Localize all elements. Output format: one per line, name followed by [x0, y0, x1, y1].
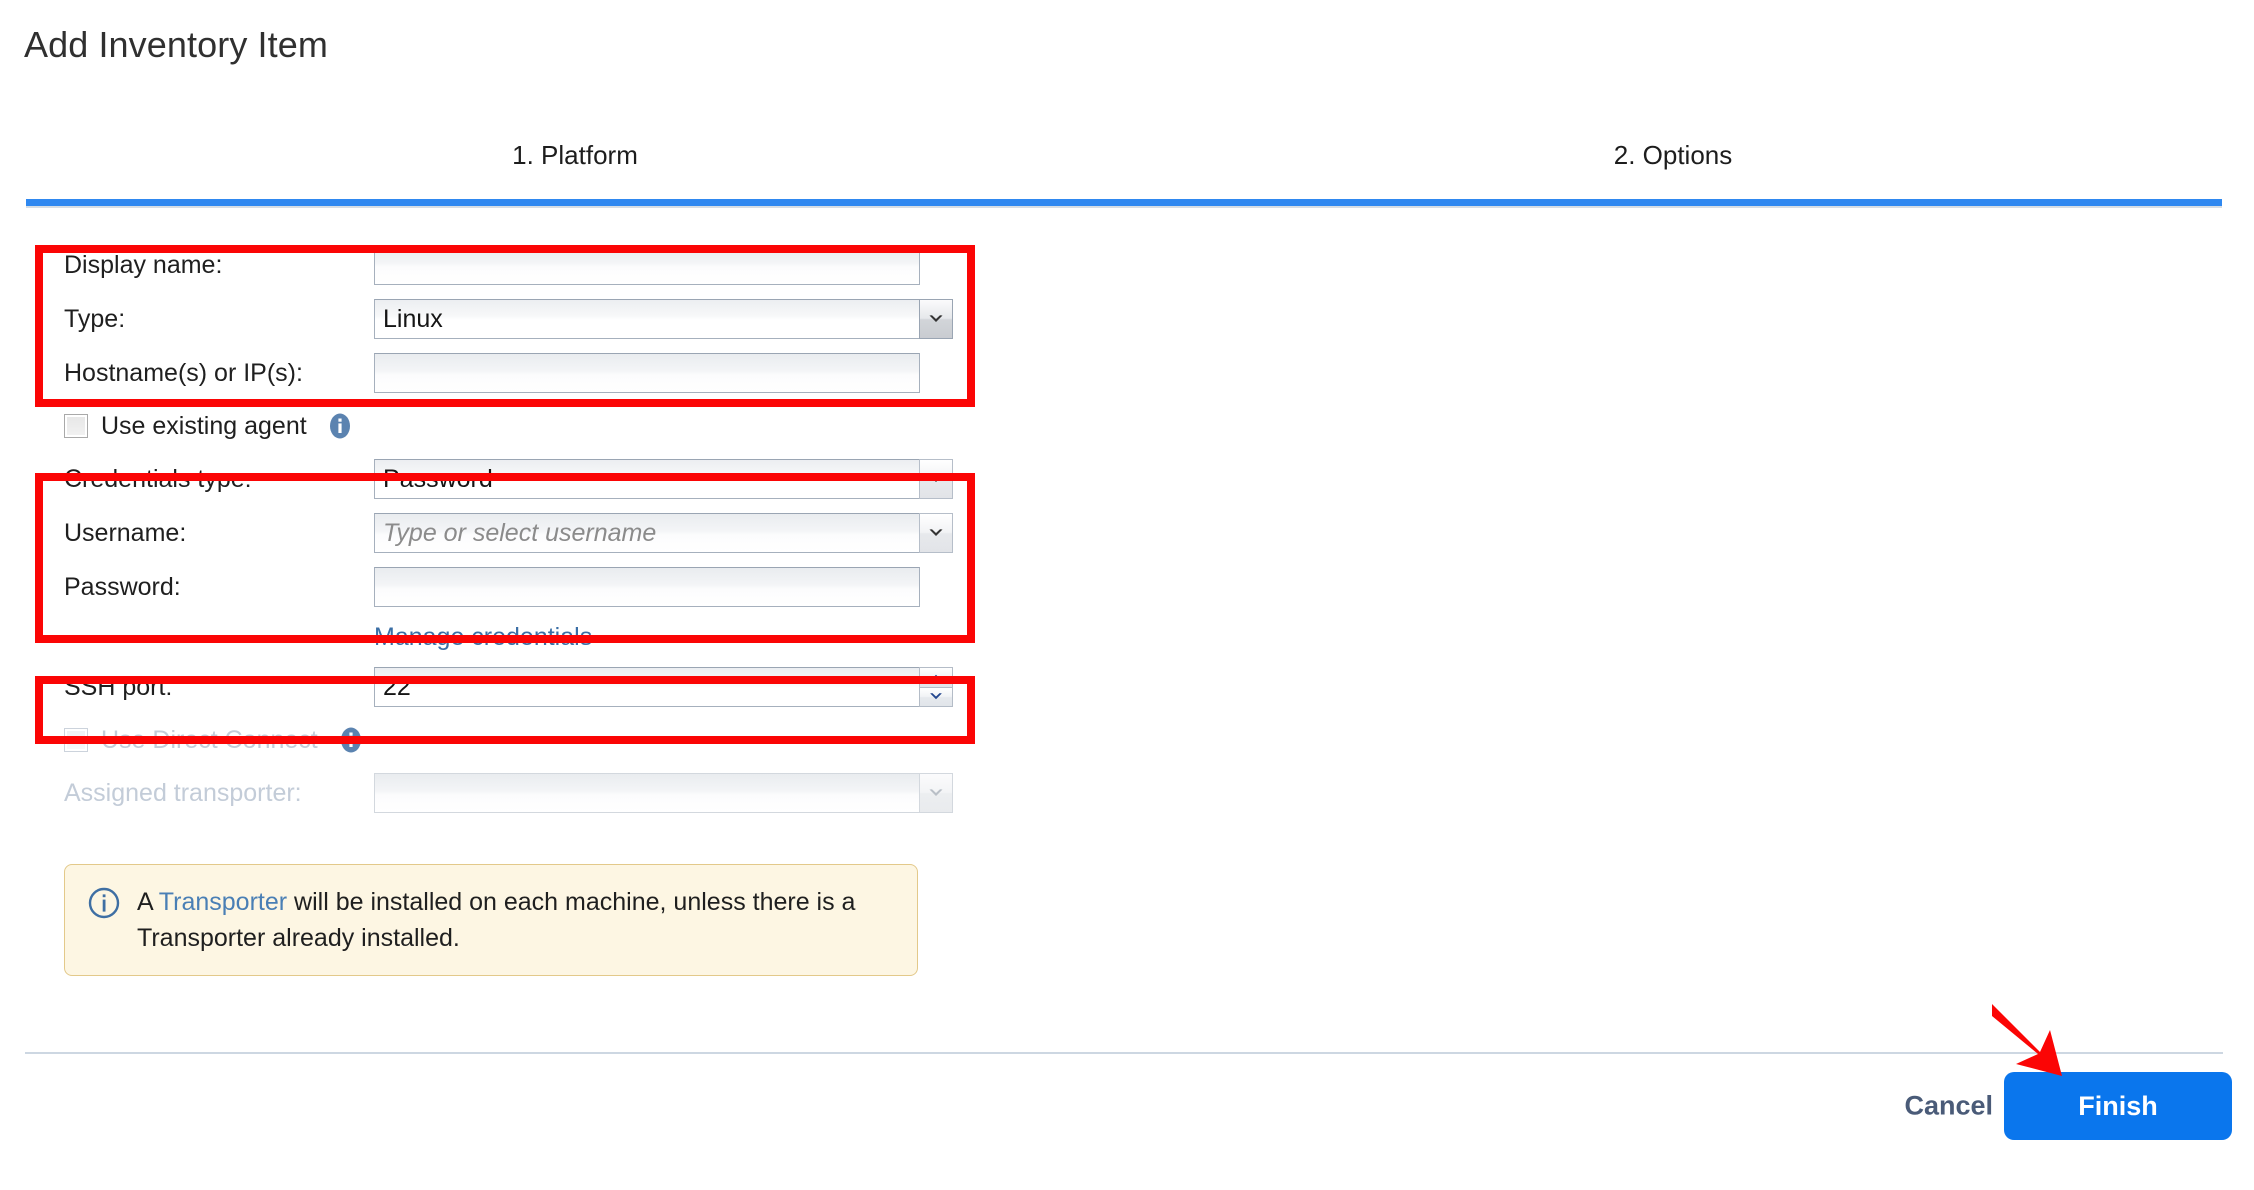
- display-name-label: Display name:: [64, 250, 223, 279]
- type-label: Type:: [64, 304, 126, 333]
- use-direct-connect-checkbox: [64, 728, 88, 752]
- chevron-down-icon: [929, 475, 943, 482]
- page-title: Add Inventory Item: [24, 24, 328, 65]
- transporter-info-callout: A Transporter will be installed on each …: [64, 864, 918, 976]
- credentials-type-select-value[interactable]: Password: [374, 459, 920, 499]
- field-row-type: Type: Linux: [0, 292, 1000, 346]
- wizard-tabstrip: 1. Platform 2. Options: [26, 140, 2222, 212]
- transporter-link[interactable]: Transporter: [159, 888, 287, 916]
- credentials-type-combo[interactable]: Password: [374, 459, 954, 499]
- manage-credentials-link[interactable]: Manage credentials: [374, 623, 592, 652]
- chevron-down-icon: [929, 789, 943, 796]
- manage-credentials-row: Manage credentials: [0, 614, 1000, 660]
- callout-text-before: A: [137, 888, 159, 916]
- ssh-port-decrement-button[interactable]: [919, 686, 953, 707]
- use-direct-connect-label: Use Direct Connect: [101, 725, 318, 754]
- type-select-value[interactable]: Linux: [374, 299, 920, 339]
- use-existing-agent-checkbox[interactable]: [64, 414, 88, 438]
- password-input[interactable]: [374, 567, 920, 607]
- field-row-hostnames: Hostname(s) or IP(s):: [0, 346, 1000, 400]
- ssh-port-stepper[interactable]: [919, 667, 953, 707]
- field-row-ssh-port: SSH port: 22: [0, 660, 1000, 714]
- display-name-control: [374, 245, 920, 285]
- type-combo[interactable]: Linux: [374, 299, 954, 339]
- assigned-transporter-input: [374, 773, 920, 813]
- callout-text: A Transporter will be installed on each …: [137, 884, 897, 956]
- chevron-up-icon: [930, 674, 942, 681]
- field-row-password: Password:: [0, 560, 1000, 614]
- cancel-button[interactable]: Cancel: [1898, 1090, 1999, 1123]
- chevron-down-icon: [929, 315, 943, 322]
- assigned-transporter-label: Assigned transporter:: [64, 778, 302, 807]
- password-label: Password:: [64, 572, 181, 601]
- info-circle-icon[interactable]: [327, 413, 353, 439]
- add-inventory-item-dialog: Add Inventory Item 1. Platform 2. Option…: [0, 0, 2254, 1190]
- chevron-down-icon: [930, 693, 942, 700]
- use-direct-connect-row: Use Direct Connect: [0, 714, 1000, 766]
- info-circle-outline-icon: [88, 887, 120, 919]
- username-combo[interactable]: Type or select username: [374, 513, 954, 553]
- tab-platform[interactable]: 1. Platform: [26, 140, 1124, 171]
- field-row-display-name: Display name:: [0, 238, 1000, 292]
- field-row-assigned-transporter: Assigned transporter:: [0, 766, 1000, 820]
- finish-button[interactable]: Finish: [2004, 1072, 2232, 1140]
- hostnames-input[interactable]: [374, 353, 920, 393]
- ssh-port-label: SSH port:: [64, 672, 173, 701]
- ssh-port-input[interactable]: 22: [374, 667, 920, 707]
- field-row-credentials-type: Credentials type: Password: [0, 452, 1000, 506]
- display-name-input[interactable]: [374, 245, 920, 285]
- hostnames-control: [374, 353, 920, 393]
- info-circle-icon[interactable]: [338, 727, 364, 753]
- credentials-type-label: Credentials type:: [64, 464, 252, 493]
- username-input[interactable]: Type or select username: [374, 513, 920, 553]
- tab-underline-active: [26, 199, 2222, 206]
- hostnames-label: Hostname(s) or IP(s):: [64, 358, 303, 387]
- footer-divider: [25, 1052, 2223, 1054]
- ssh-port-increment-button[interactable]: [919, 667, 953, 688]
- platform-form: Display name: Type: Linux Hostname(s) or…: [0, 238, 1000, 820]
- assigned-transporter-dropdown-button: [919, 773, 953, 813]
- field-row-username: Username: Type or select username: [0, 506, 1000, 560]
- use-existing-agent-label: Use existing agent: [101, 411, 307, 440]
- tab-options[interactable]: 2. Options: [1124, 140, 2222, 171]
- ssh-port-spinner[interactable]: 22: [374, 667, 954, 707]
- assigned-transporter-combo: [374, 773, 954, 813]
- type-dropdown-button[interactable]: [919, 299, 953, 339]
- username-label: Username:: [64, 518, 187, 547]
- username-dropdown-button[interactable]: [919, 513, 953, 553]
- credentials-type-dropdown-button[interactable]: [919, 459, 953, 499]
- chevron-down-icon: [929, 529, 943, 536]
- password-control: [374, 567, 920, 607]
- use-existing-agent-row[interactable]: Use existing agent: [0, 400, 1000, 452]
